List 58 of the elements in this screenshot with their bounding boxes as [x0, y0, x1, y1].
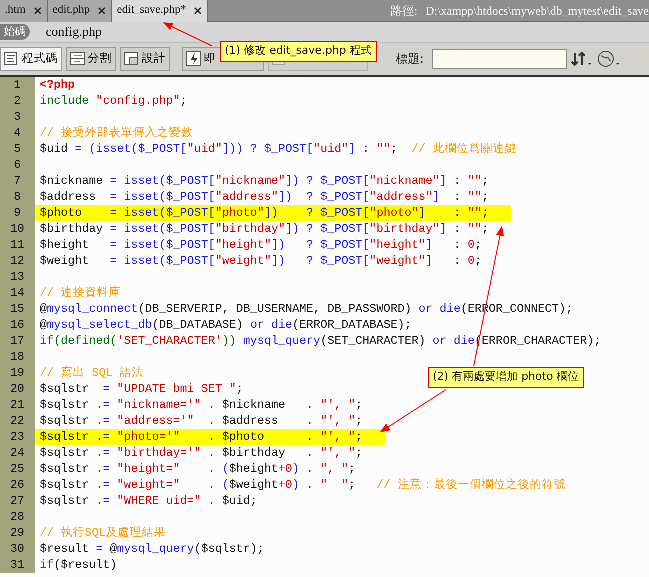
path-label: 路徑: — [390, 2, 418, 20]
code-line: $sqlstr .= "WHERE uid=" . $uid; — [39, 493, 258, 509]
code-line: $birthday = isset($_POST["birthday"]) ? $_POST["birthday"] : ""; — [39, 221, 490, 237]
line-number: 30 — [9, 541, 26, 557]
code-line: $nickname = isset($_POST["nickname"]) ? $_POST["nickname"] : ""; — [39, 173, 490, 189]
line-number: 27 — [9, 493, 26, 509]
line-number: 7 — [12, 173, 22, 189]
path-value: D:\xampp\htdocs\myweb\db_mytest\edit_save — [426, 2, 649, 20]
line-number: 8 — [12, 189, 22, 205]
line-number: 14 — [9, 285, 26, 301]
code-line: $height = isset($_POST["height"]) ? $_POST["height"] : 0; — [39, 237, 483, 253]
line-number: 2 — [12, 93, 22, 109]
code-line: // 寫出 SQL 語法 — [39, 365, 146, 381]
code-line: @mysql_select_db(DB_DATABASE) or die(ERROR_DATABASE); — [39, 317, 413, 333]
line-number: 4 — [12, 125, 22, 141]
line-number: 26 — [9, 477, 26, 493]
code-line: // 連接資料庫 — [39, 285, 122, 301]
code-line: // 執行SQL及處理結果 — [39, 525, 168, 541]
code-line: $weight = isset($_POST["weight"]) ? $_POST["weight"] : 0; — [39, 253, 483, 269]
title-label: 標題: — [396, 51, 424, 68]
line-number: 24 — [9, 445, 26, 461]
code-line: $sqlstr .= "nickname='" . $nickname . "', "; — [39, 397, 364, 413]
line-number: 19 — [9, 365, 26, 381]
code-line: if($result) — [39, 557, 118, 573]
callout-tooltip: (1) 修改 edit_save.php 程式 — [220, 41, 377, 62]
line-number: 10 — [9, 221, 26, 237]
line-number: 5 — [12, 141, 22, 157]
code-line: $sqlstr .= "address='" . $address . "', "; — [39, 413, 364, 429]
line-number: 20 — [9, 381, 26, 397]
line-number: 18 — [9, 349, 26, 365]
line-number: 11 — [9, 237, 26, 253]
line-number: 21 — [9, 397, 26, 413]
line-number: 23 — [9, 429, 26, 445]
line-number: 29 — [9, 525, 26, 541]
line-number: 31 — [9, 557, 26, 573]
line-number: 17 — [9, 333, 26, 349]
line-number: 16 — [9, 317, 26, 333]
line-number: 12 — [9, 253, 26, 269]
line-number: 15 — [9, 301, 26, 317]
line-number: 28 — [9, 509, 26, 525]
code-line: // 接受外部表單傳入之變數 — [39, 125, 194, 141]
line-number: 3 — [12, 109, 22, 125]
code-line: $address = isset($_POST["address"]) ? $_POST["address"] : ""; — [39, 189, 490, 205]
code-line: <?php — [39, 77, 76, 93]
line-number: 13 — [9, 269, 26, 285]
code-line: $sqlstr .= "birthday='" . $birthday . "', "; — [39, 445, 364, 461]
code-line: include "config.php"; — [39, 93, 188, 109]
line-number: 9 — [12, 205, 22, 221]
code-line: $uid = (isset($_POST["uid"])) ? $_POST["uid"] : ""; // 此欄位爲關連鍵 — [39, 141, 518, 157]
code-line: $sqlstr = "UPDATE bmi SET "; — [39, 381, 244, 397]
code-line: $result = @mysql_query($sqlstr); — [39, 541, 266, 557]
code-line: $sqlstr .= "weight=" . ($weight+0) . " "; // 注意：最後一個欄位之後的符號 — [39, 477, 567, 493]
line-number: 6 — [12, 157, 22, 173]
callout-tooltip: (2) 有兩處要增加 photo 欄位 — [428, 367, 584, 388]
code-line: $sqlstr .= "height=" . ($height+0) . ", "; — [39, 461, 357, 477]
line-number: 1 — [12, 77, 22, 93]
line-number: 25 — [9, 461, 26, 477]
line-number: 22 — [9, 413, 26, 429]
